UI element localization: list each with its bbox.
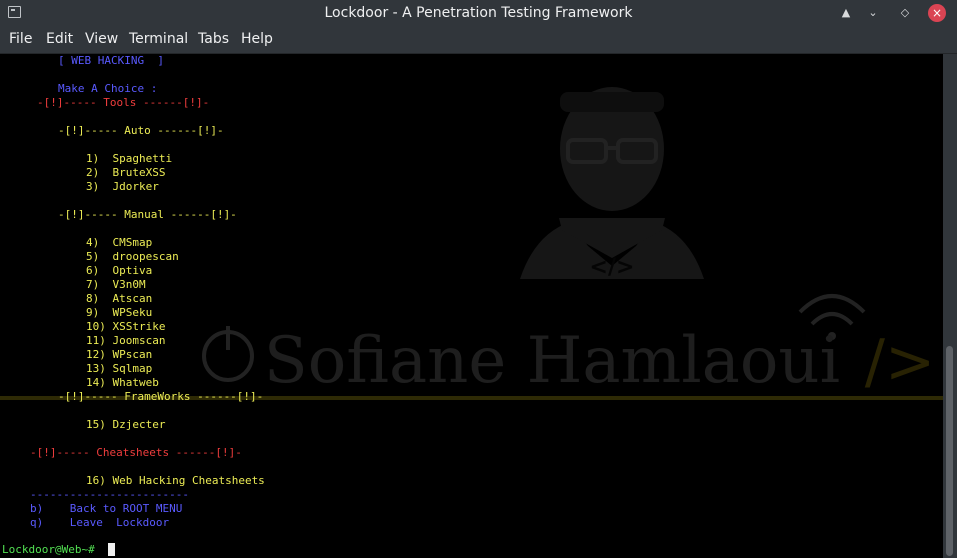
menu-option: 16) Web Hacking Cheatsheets <box>86 474 265 487</box>
keep-above-icon[interactable]: ▲ <box>837 4 855 22</box>
menu-option: 13) Sqlmap <box>86 362 153 375</box>
quit-option: q) Leave Lockdoor <box>30 516 170 529</box>
cheatsheets-header: -[!]----- Cheatsheets ------[!]- <box>30 446 242 459</box>
svg-text:/>: /> <box>865 327 936 397</box>
menu-file[interactable]: File <box>9 26 32 53</box>
title-bar[interactable]: Lockdoor - A Penetration Testing Framewo… <box>0 0 957 26</box>
shell-prompt: Lockdoor@Web~# <box>2 543 102 556</box>
back-option: b) Back to ROOT MENU <box>30 502 183 515</box>
menu-tabs[interactable]: Tabs <box>198 26 229 53</box>
watermark-name: Sofiane Hamlaoui <box>264 324 840 398</box>
text-cursor <box>108 543 115 556</box>
tools-header: -[!]----- Tools ------[!]- <box>37 96 210 109</box>
window-title: Lockdoor - A Penetration Testing Framewo… <box>324 5 633 21</box>
menu-view[interactable]: View <box>85 26 118 53</box>
menu-option: 9) WPSeku <box>86 306 153 319</box>
menu-option: 5) droopescan <box>86 250 179 263</box>
section-header: [ WEB HACKING ] <box>58 54 164 67</box>
manual-header: -[!]----- Manual ------[!]- <box>58 208 237 221</box>
watermark-code-symbol: </> <box>590 255 635 280</box>
menu-option: 3) Jdorker <box>86 180 159 193</box>
frameworks-header: -[!]----- FrameWorks ------[!]- <box>58 390 264 403</box>
auto-header: -[!]----- Auto ------[!]- <box>58 124 224 137</box>
menu-bar: File Edit View Terminal Tabs Help <box>0 26 957 54</box>
menu-option: 6) Optiva <box>86 264 153 277</box>
maximize-icon[interactable]: ◇ <box>896 4 914 22</box>
menu-option: 10) XSStrike <box>86 320 166 333</box>
menu-edit[interactable]: Edit <box>46 26 73 53</box>
menu-option: 7) V3n0M <box>86 278 146 291</box>
menu-option: 11) Joomscan <box>86 334 166 347</box>
menu-help[interactable]: Help <box>241 26 273 53</box>
separator-line: ------------------------ <box>30 488 189 501</box>
choice-prompt: Make A Choice : <box>58 82 158 95</box>
menu-terminal[interactable]: Terminal <box>129 26 188 53</box>
menu-option: 4) CMSmap <box>86 236 153 249</box>
minimize-icon[interactable]: ⌄ <box>864 4 882 22</box>
menu-option: 12) WPscan <box>86 348 153 361</box>
menu-option: 1) Spaghetti <box>86 152 173 165</box>
terminal-window: Lockdoor - A Penetration Testing Framewo… <box>0 0 957 558</box>
menu-option: 15) Dzjecter <box>86 418 166 431</box>
menu-option: 14) Whatweb <box>86 376 159 389</box>
menu-option: 8) Atscan <box>86 292 153 305</box>
close-icon[interactable]: × <box>928 4 946 22</box>
terminal-output[interactable]: </> Sofiane Hamlaoui /> [ WEB HACKING ] … <box>0 54 943 558</box>
scrollbar-thumb[interactable] <box>946 346 953 556</box>
scrollbar[interactable] <box>943 54 957 558</box>
menu-option: 2) BruteXSS <box>86 166 166 179</box>
